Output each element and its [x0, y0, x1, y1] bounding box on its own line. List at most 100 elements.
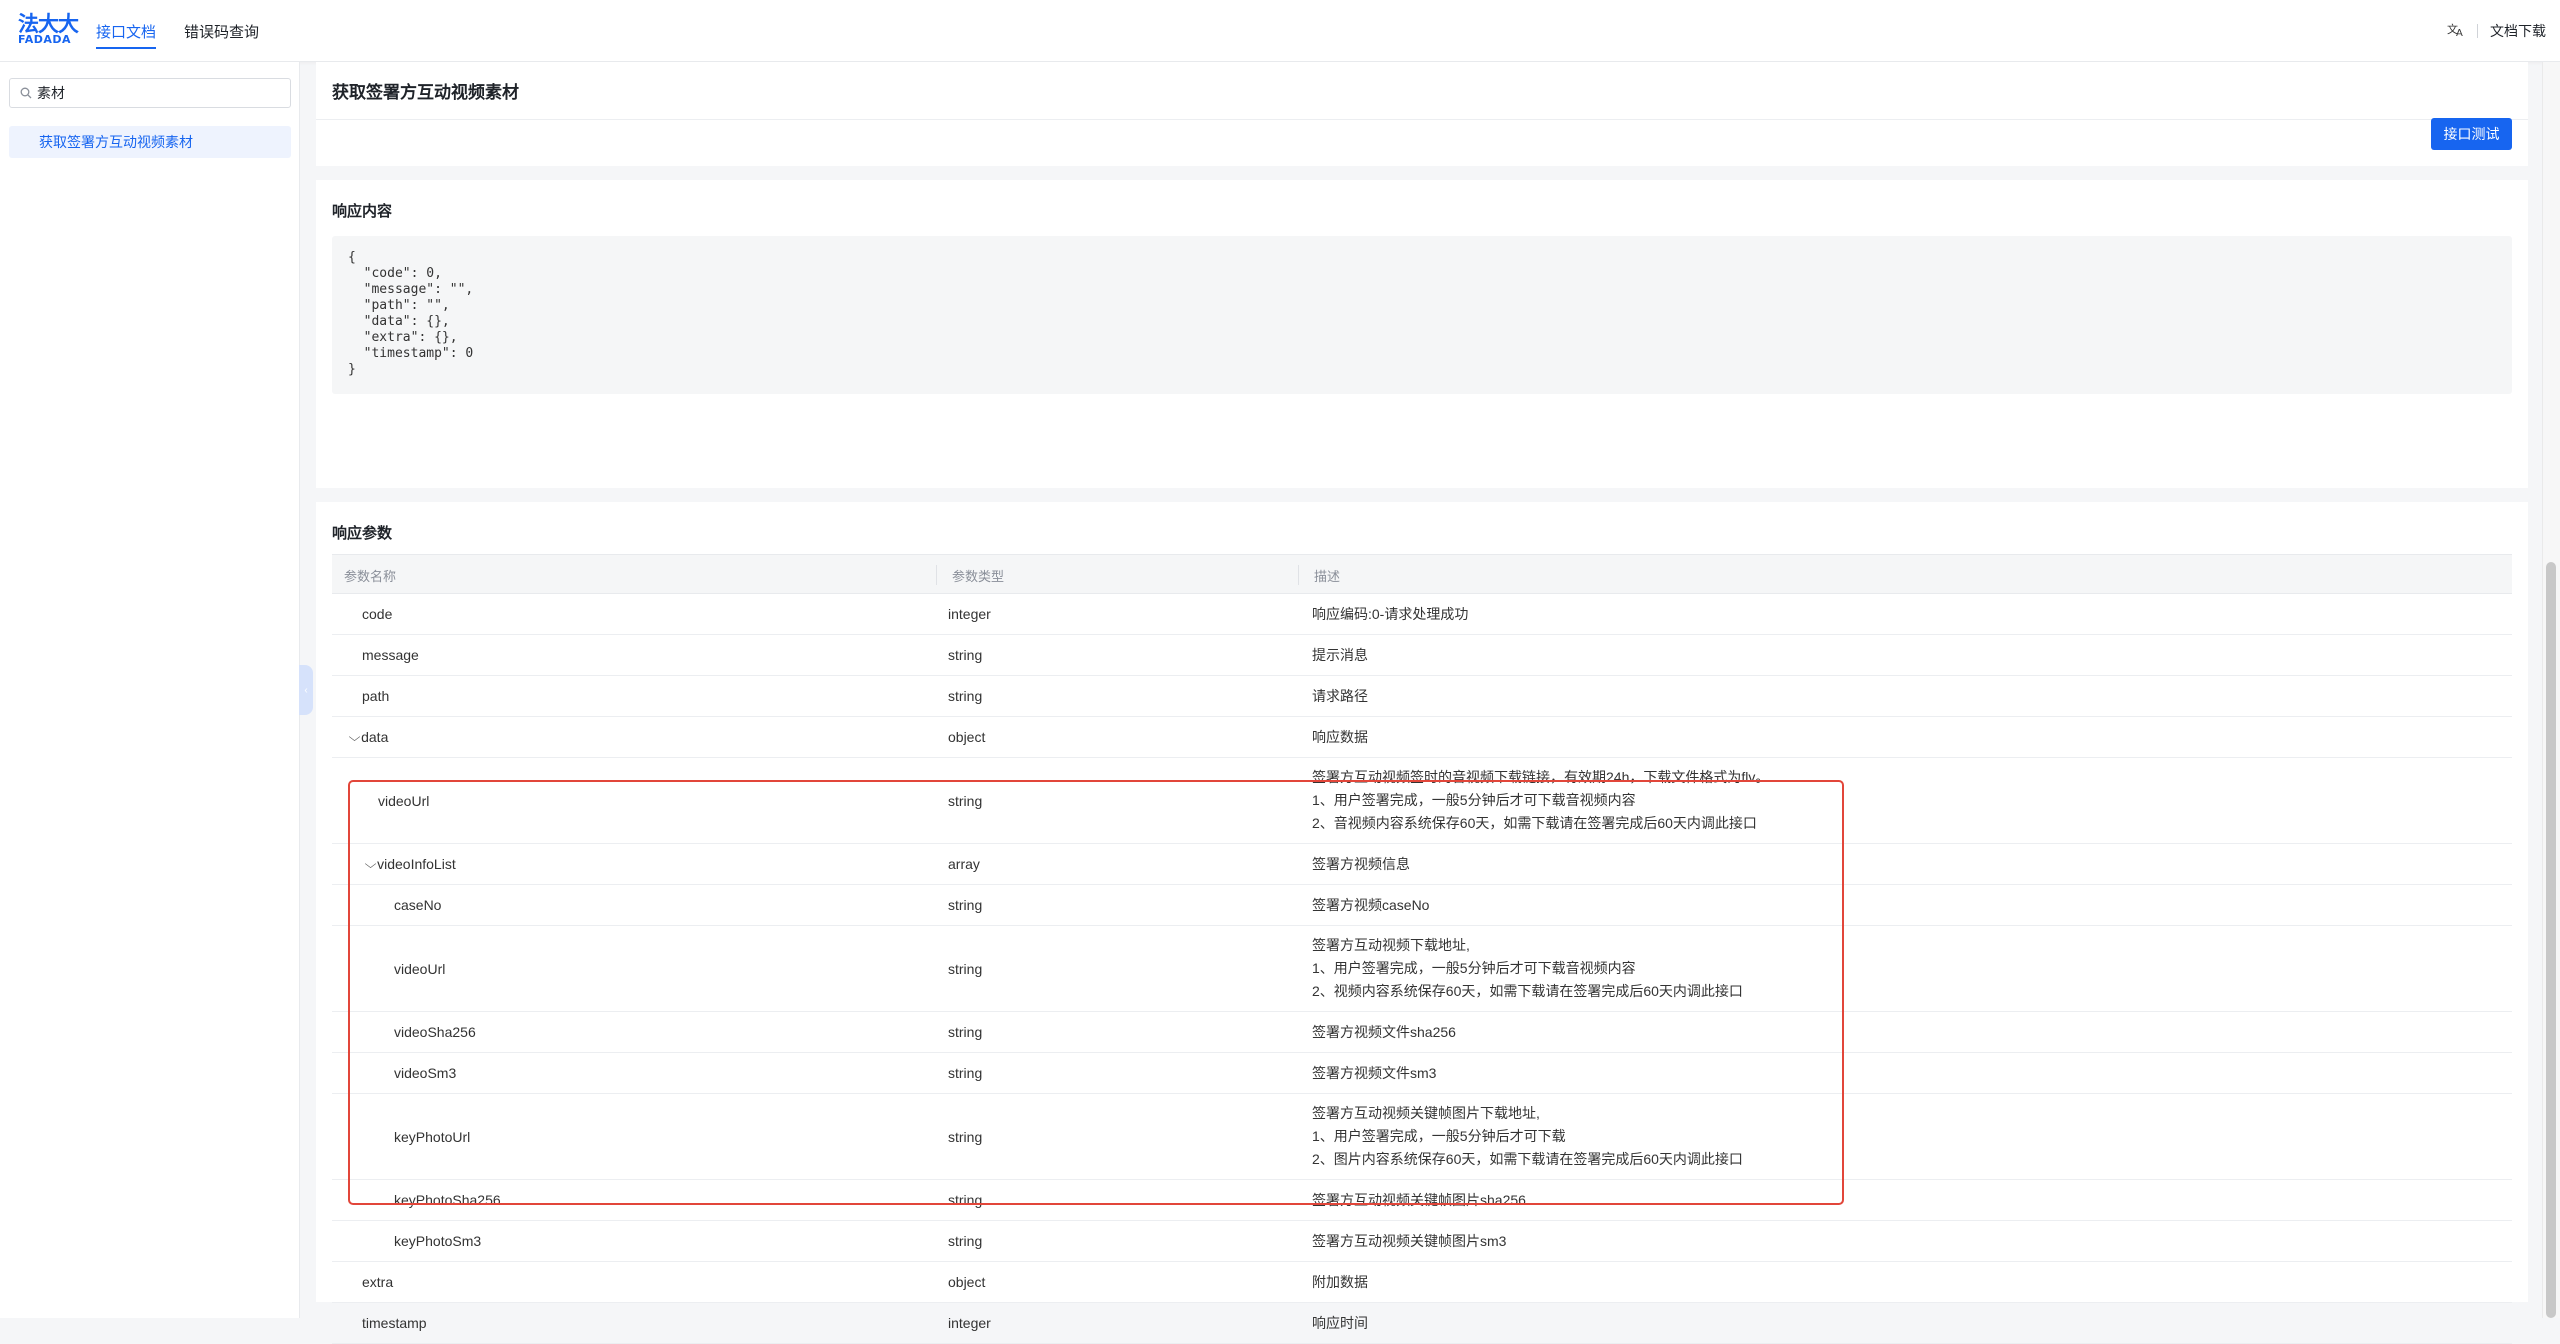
doc-download-link[interactable]: 文档下载	[2490, 21, 2546, 41]
param-description: 响应时间	[1312, 1303, 1368, 1343]
request-card-bottom	[316, 120, 2528, 166]
param-description: 响应编码:0-请求处理成功	[1312, 594, 1468, 634]
description-line: 响应数据	[1312, 728, 1368, 745]
table-body: code integer 响应编码:0-请求处理成功 message string 提示消…	[332, 594, 2512, 1344]
param-type: string	[948, 647, 983, 663]
description-line: 2、图片内容系统保存60天，如需下载请在签署完成后60天内调此接口	[1312, 1151, 1743, 1167]
table-row: videoUrl string 签署方互动视频签时的音视频下载链接，有效期24h，下…	[332, 758, 2512, 844]
param-name-cell: path	[362, 676, 389, 716]
param-name-cell: keyPhotoSm3	[394, 1221, 481, 1261]
param-description: 附加数据	[1312, 1262, 1368, 1302]
chevron-down-icon[interactable]: ⌵	[365, 857, 377, 872]
search-icon	[20, 87, 32, 99]
description-line: 1、用户签署完成，一般5分钟后才可下载	[1312, 1128, 1566, 1144]
table-row: keyPhotoSm3 string 签署方互动视频关键帧图片sm3	[332, 1221, 2512, 1262]
param-name: message	[362, 647, 419, 663]
description-line: 响应时间	[1312, 1314, 1368, 1331]
fadada-logo[interactable]: 法大大 FADADA	[18, 14, 79, 46]
param-description: 签署方互动视频签时的音视频下载链接，有效期24h，下载文件格式为flv。 1、用户…	[1312, 758, 1769, 843]
description-line: 1、用户签署完成，一般5分钟后才可下载音视频内容	[1312, 960, 1636, 976]
page-title: 获取签署方互动视频素材	[316, 62, 2528, 120]
response-content-title: 响应内容	[332, 203, 393, 220]
table-row: keyPhotoUrl string 签署方互动视频关键帧图片下载地址, 1、用户签署…	[332, 1094, 2512, 1180]
table-row: ⌵ videoInfoList array 签署方视频信息	[332, 844, 2512, 885]
param-name-cell: videoUrl	[378, 758, 429, 843]
api-test-button[interactable]: 接口测试	[2431, 118, 2512, 150]
description-line: 响应编码:0-请求处理成功	[1312, 605, 1469, 622]
param-description: 响应数据	[1312, 717, 1368, 757]
table-row: code integer 响应编码:0-请求处理成功	[332, 594, 2512, 635]
description-line: 签署方互动视频下载地址,	[1312, 937, 1470, 953]
col-param-name: 参数名称	[344, 568, 397, 584]
table-row: videoSm3 string 签署方视频文件sm3	[332, 1053, 2512, 1094]
param-type: string	[948, 688, 983, 704]
tab-api-docs[interactable]: 接口文档	[96, 0, 157, 62]
description-line: 请求路径	[1312, 687, 1368, 704]
param-description: 请求路径	[1312, 676, 1368, 716]
search-box[interactable]	[9, 78, 291, 108]
param-type: string	[948, 792, 983, 809]
param-type: string	[948, 1192, 983, 1208]
col-description: 描述	[1314, 568, 1341, 584]
table-row: caseNo string 签署方视频caseNo	[332, 885, 2512, 926]
param-name: videoUrl	[378, 792, 430, 809]
table-row: videoUrl string 签署方互动视频下载地址, 1、用户签署完成，一般5分钟…	[332, 926, 2512, 1012]
response-code-block: { "code": 0, "message": "", "path": "", …	[332, 236, 2512, 394]
param-type: string	[948, 960, 983, 977]
param-name-cell: keyPhotoUrl	[394, 1094, 470, 1179]
top-header: 法大大 FADADA 接口文档 错误码查询 文A 文档下载	[0, 0, 2560, 62]
param-type: array	[948, 856, 980, 872]
param-name-cell: videoSha256	[394, 1012, 476, 1052]
param-type: object	[948, 729, 986, 745]
param-type: string	[948, 1065, 983, 1081]
param-type: integer	[948, 1315, 991, 1331]
sidebar-collapse-handle[interactable]: ‹	[299, 665, 313, 715]
sidebar-item-get-signer-video[interactable]: 获取签署方互动视频素材	[9, 126, 291, 158]
description-line: 签署方视频信息	[1312, 855, 1410, 872]
param-name-cell: timestamp	[362, 1303, 427, 1343]
param-name: timestamp	[362, 1315, 427, 1331]
param-name: keyPhotoSha256	[394, 1192, 501, 1208]
table-row: path string 请求路径	[332, 676, 2512, 717]
chevron-down-icon[interactable]: ⌵	[349, 730, 361, 745]
description-line: 签署方互动视频关键帧图片sm3	[1312, 1232, 1507, 1249]
param-name-cell: keyPhotoSha256	[394, 1180, 501, 1220]
col-param-type: 参数类型	[952, 568, 1005, 584]
description-line: 2、视频内容系统保存60天，如需下载请在签署完成后60天内调此接口	[1312, 983, 1743, 999]
param-description: 提示消息	[1312, 635, 1368, 675]
description-line: 签署方互动视频签时的音视频下载链接，有效期24h，下载文件格式为flv。	[1312, 769, 1770, 785]
param-name: keyPhotoUrl	[394, 1128, 471, 1145]
table-row: message string 提示消息	[332, 635, 2512, 676]
table-row: timestamp integer 响应时间	[332, 1303, 2512, 1344]
param-name-cell: videoSm3	[394, 1053, 456, 1093]
param-name-cell: code	[362, 594, 392, 634]
tab-error-code-lookup[interactable]: 错误码查询	[184, 0, 259, 62]
param-name: extra	[362, 1274, 394, 1290]
chevron-left-icon: ‹	[304, 684, 308, 696]
param-type: object	[948, 1274, 986, 1290]
response-params-title: 响应参数	[332, 525, 393, 542]
param-name: keyPhotoSm3	[394, 1233, 482, 1249]
description-line: 2、音视频内容系统保存60天，如需下载请在签署完成后60天内调此接口	[1312, 815, 1757, 831]
param-description: 签署方互动视频关键帧图片下载地址, 1、用户签署完成，一般5分钟后才可下载 2、图片…	[1312, 1094, 1743, 1179]
header-actions: 文A 文档下载	[2447, 0, 2546, 62]
param-description: 签署方互动视频下载地址, 1、用户签署完成，一般5分钟后才可下载音视频内容 2、视频…	[1312, 926, 1743, 1011]
search-input[interactable]	[37, 85, 277, 101]
description-line: 签署方互动视频关键帧图片下载地址,	[1312, 1105, 1540, 1121]
param-type: integer	[948, 606, 991, 622]
description-line: 签署方视频文件sm3	[1312, 1064, 1437, 1081]
param-description: 签署方互动视频关键帧图片sm3	[1312, 1221, 1506, 1261]
param-type: string	[948, 1233, 983, 1249]
description-line: 签署方视频文件sha256	[1312, 1023, 1456, 1040]
description-line: 1、用户签署完成，一般5分钟后才可下载音视频内容	[1312, 792, 1636, 808]
param-name-cell: videoUrl	[394, 926, 445, 1011]
language-icon[interactable]: 文A	[2447, 21, 2465, 41]
header-divider	[2477, 24, 2478, 38]
response-content-card: 响应内容 { "code": 0, "message": "", "path":…	[316, 180, 2528, 488]
table-row: videoSha256 string 签署方视频文件sha256	[332, 1012, 2512, 1053]
param-description: 签署方视频文件sha256	[1312, 1012, 1456, 1052]
scrollbar-thumb[interactable]	[2546, 562, 2556, 1318]
col-divider	[1298, 565, 1299, 585]
description-line: 签署方互动视频关键帧图片sha256	[1312, 1191, 1526, 1208]
param-name-cell: caseNo	[394, 885, 441, 925]
